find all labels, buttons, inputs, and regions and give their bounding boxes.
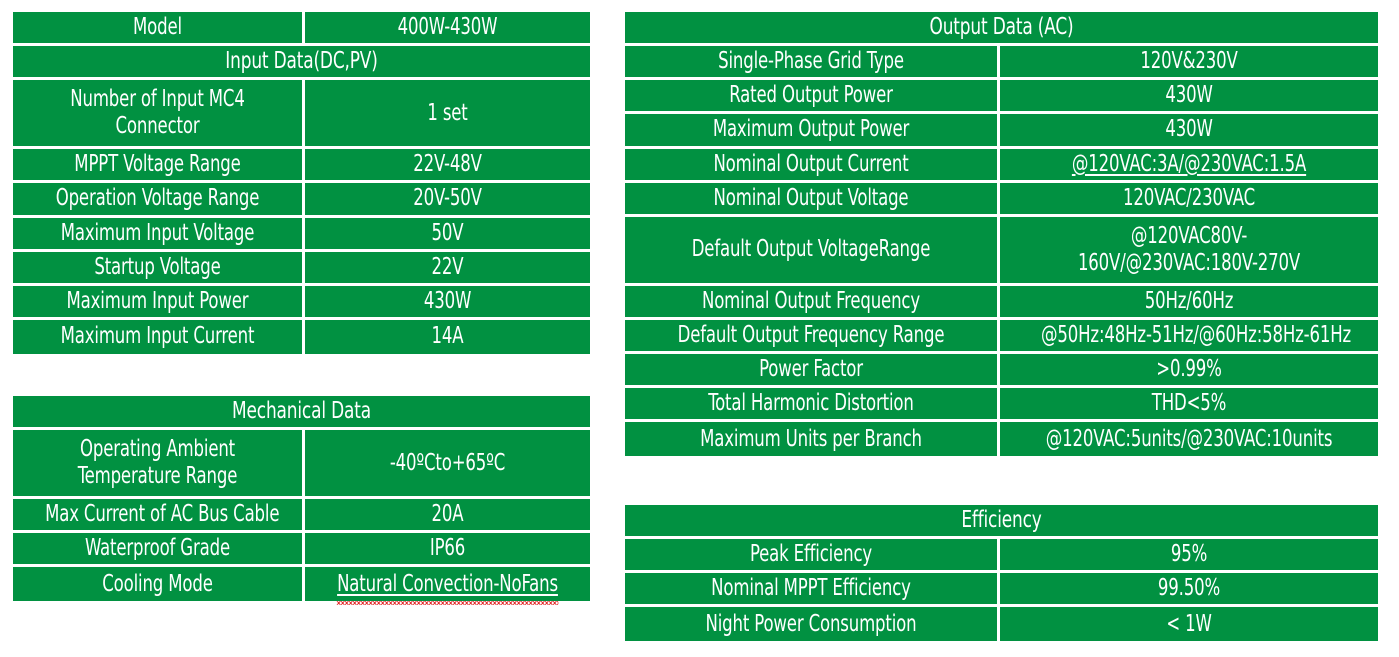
row-value: @120VAC:5units/@230VAC:10units bbox=[1000, 422, 1379, 457]
row-label: Startup Voltage bbox=[13, 251, 305, 286]
row-label: Peak Efficiency bbox=[625, 539, 1000, 574]
row-value: @120VAC80V-160V/@230VAC:180V-270V bbox=[1000, 216, 1379, 286]
table-row: Output Data (AC) bbox=[625, 12, 1379, 47]
row-value: 22V-48V bbox=[305, 149, 590, 184]
table-row: Default Output VoltageRange @120VAC80V-1… bbox=[625, 216, 1379, 286]
table-row: Waterproof Grade IP66 bbox=[13, 533, 591, 568]
model-label: Model bbox=[13, 12, 305, 47]
row-label: Night Power Consumption bbox=[625, 607, 1000, 642]
row-label: Max Current of AC Bus Cable bbox=[13, 499, 305, 534]
row-value: 14A bbox=[305, 319, 590, 354]
efficiency-table: Efficiency Peak Efficiency 95% Nominal M… bbox=[625, 505, 1379, 642]
mechanical-data-section-title: Mechanical Data bbox=[13, 396, 591, 431]
table-row: Startup Voltage 22V bbox=[13, 251, 590, 286]
spec-sheet: Model 400W-430W Input Data(DC,PV) Number… bbox=[0, 0, 1399, 657]
efficiency-section-title: Efficiency bbox=[625, 505, 1379, 540]
table-row: MPPT Voltage Range 22V-48V bbox=[13, 149, 590, 184]
row-label: Rated Output Power bbox=[625, 80, 1000, 115]
table-row: Peak Efficiency 95% bbox=[625, 539, 1379, 574]
table-row: Total Harmonic Distortion THD<5% bbox=[625, 388, 1379, 423]
table-row: Input Data(DC,PV) bbox=[13, 46, 590, 81]
row-value: 120V&230V bbox=[1000, 46, 1379, 81]
row-label: Waterproof Grade bbox=[13, 533, 305, 568]
table-row: Nominal Output Frequency 50Hz/60Hz bbox=[625, 285, 1379, 320]
row-value: 50Hz/60Hz bbox=[1000, 285, 1379, 320]
table-row: Mechanical Data bbox=[13, 396, 591, 431]
row-label: MPPT Voltage Range bbox=[13, 149, 305, 184]
row-label: Power Factor bbox=[625, 354, 1000, 389]
row-value: 120VAC/230VAC bbox=[1000, 182, 1379, 217]
row-label: Default Output VoltageRange bbox=[625, 216, 1000, 286]
row-label: Maximum Units per Branch bbox=[625, 422, 1000, 457]
row-value: -40ºCto+65ºC bbox=[305, 430, 591, 500]
output-data-table: Output Data (AC) Single-Phase Grid Type … bbox=[625, 12, 1379, 457]
table-row: Maximum Units per Branch @120VAC:5units/… bbox=[625, 422, 1379, 457]
row-label: Nominal MPPT Efficiency bbox=[625, 573, 1000, 608]
row-value: 22V bbox=[305, 251, 590, 286]
row-value: 20V-50V bbox=[305, 183, 590, 218]
table-row: Model 400W-430W bbox=[13, 12, 590, 47]
input-data-section-title: Input Data(DC,PV) bbox=[13, 46, 590, 81]
table-row: Max Current of AC Bus Cable 20A bbox=[13, 499, 591, 534]
row-label: Maximum Input Current bbox=[13, 319, 305, 354]
row-label: Single-Phase Grid Type bbox=[625, 46, 1000, 81]
row-value: 99.50% bbox=[1000, 573, 1379, 608]
row-label: Number of Input MC4 Connector bbox=[13, 80, 305, 150]
row-label: Maximum Input Voltage bbox=[13, 217, 305, 252]
row-value: >0.99% bbox=[1000, 354, 1379, 389]
row-label: Maximum Output Power bbox=[625, 114, 1000, 149]
table-row: Efficiency bbox=[625, 505, 1379, 540]
table-row: Single-Phase Grid Type 120V&230V bbox=[625, 46, 1379, 81]
row-label: Cooling Mode bbox=[13, 567, 305, 602]
row-value: 1 set bbox=[305, 80, 590, 150]
table-row: Maximum Input Current 14A bbox=[13, 319, 590, 354]
row-label: Maximum Input Power bbox=[13, 285, 305, 320]
row-label: Total Harmonic Distortion bbox=[625, 388, 1000, 423]
row-label: Operation Voltage Range bbox=[13, 183, 305, 218]
table-row: Default Output Frequency Range @50Hz:48H… bbox=[625, 319, 1379, 354]
row-value: 20A bbox=[305, 499, 591, 534]
row-value: 430W bbox=[1000, 114, 1379, 149]
table-row: Nominal MPPT Efficiency 99.50% bbox=[625, 573, 1379, 608]
row-value: 95% bbox=[1000, 539, 1379, 574]
table-row: Rated Output Power 430W bbox=[625, 80, 1379, 115]
table-row: Nominal Output Voltage 120VAC/230VAC bbox=[625, 182, 1379, 217]
row-label: Default Output Frequency Range bbox=[625, 319, 1000, 354]
table-row: Power Factor >0.99% bbox=[625, 354, 1379, 389]
table-row: Number of Input MC4 Connector 1 set bbox=[13, 80, 590, 150]
row-value: IP66 bbox=[305, 533, 591, 568]
row-value: @50Hz:48Hz-51Hz/@60Hz:58Hz-61Hz bbox=[1000, 319, 1379, 354]
table-row: Maximum Input Power 430W bbox=[13, 285, 590, 320]
table-row: Operation Voltage Range 20V-50V bbox=[13, 183, 590, 218]
mechanical-data-table: Mechanical Data Operating Ambient Temper… bbox=[13, 396, 591, 606]
table-row: Nominal Output Current @120VAC:3A/@230VA… bbox=[625, 148, 1379, 183]
row-value: @120VAC:3A/@230VAC:1.5A bbox=[1000, 148, 1379, 183]
output-data-section-title: Output Data (AC) bbox=[625, 12, 1379, 47]
table-row: Night Power Consumption < 1W bbox=[625, 607, 1379, 642]
row-value: < 1W bbox=[1000, 607, 1379, 642]
table-row: Cooling Mode Natural Convection-NoFans bbox=[13, 567, 591, 606]
input-data-table: Model 400W-430W Input Data(DC,PV) Number… bbox=[13, 12, 590, 354]
row-value: 430W bbox=[305, 285, 590, 320]
row-value: 430W bbox=[1000, 80, 1379, 115]
table-row: Maximum Output Power 430W bbox=[625, 114, 1379, 149]
row-value: 50V bbox=[305, 217, 590, 252]
model-value: 400W-430W bbox=[305, 12, 590, 47]
row-value: THD<5% bbox=[1000, 388, 1379, 423]
row-label: Operating Ambient Temperature Range bbox=[13, 430, 305, 500]
table-row: Maximum Input Voltage 50V bbox=[13, 217, 590, 252]
row-label: Nominal Output Voltage bbox=[625, 182, 1000, 217]
table-row: Operating Ambient Temperature Range -40º… bbox=[13, 430, 591, 500]
row-value: Natural Convection-NoFans bbox=[305, 567, 591, 606]
row-label: Nominal Output Current bbox=[625, 148, 1000, 183]
row-label: Nominal Output Frequency bbox=[625, 285, 1000, 320]
